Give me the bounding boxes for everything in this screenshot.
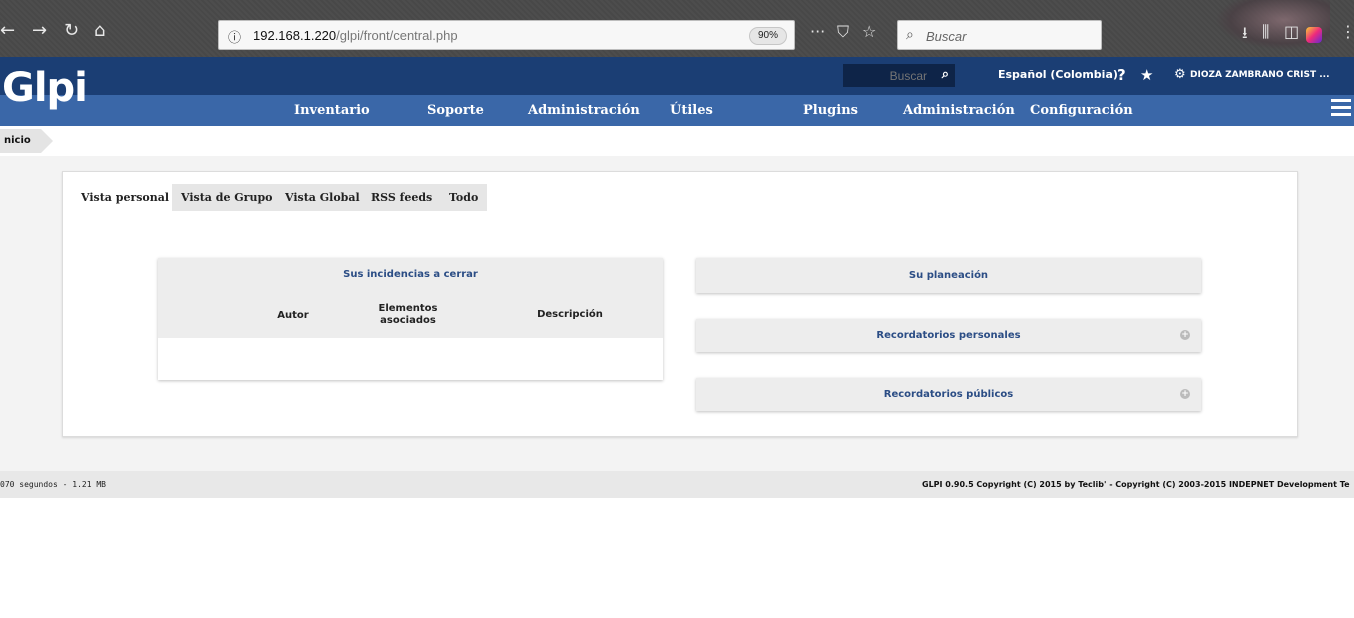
col-descripcion: Descripción	[537, 309, 603, 320]
instagram-extension-icon[interactable]	[1306, 27, 1322, 43]
incidencias-box: Sus incidencias a cerrar Autor Elementos…	[158, 258, 663, 380]
footer-copyright[interactable]: GLPI 0.90.5 Copyright (C) 2015 by Teclib…	[922, 480, 1350, 489]
user-name-link[interactable]: DIOZA ZAMBRANO CRIST ...	[1190, 70, 1330, 80]
tab-rss-feeds[interactable]: RSS feeds	[362, 184, 442, 211]
tab-vista-de-grupo[interactable]: Vista de Grupo	[172, 184, 282, 211]
browser-search-bar[interactable]: ⌕ Buscar	[897, 20, 1102, 50]
home-icon[interactable]: ⌂	[94, 20, 105, 41]
add-personal-reminder-icon[interactable]: +	[1180, 330, 1190, 340]
search-icon[interactable]: ⌕	[942, 67, 949, 82]
menu-inventario[interactable]: Inventario	[294, 103, 370, 118]
zoom-indicator[interactable]: 90%	[749, 27, 787, 45]
browser-search-placeholder: Buscar	[926, 29, 967, 44]
help-icon[interactable]: ?	[1117, 66, 1126, 84]
footer-timing: 070 segundos - 1.21 MB	[0, 480, 106, 489]
menu-administracion-2[interactable]: Administración	[903, 103, 1015, 118]
recordatorios-publicos-title[interactable]: Recordatorios públicos	[884, 389, 1013, 400]
site-info-icon[interactable]: ⓘ	[228, 27, 241, 46]
pocket-icon[interactable]: ⛉	[837, 22, 849, 42]
tab-vista-global[interactable]: Vista Global	[276, 184, 369, 211]
header-search: ⌕	[843, 64, 955, 87]
breadcrumb-bar	[0, 126, 1354, 156]
page-actions-icon[interactable]: ···	[810, 22, 825, 41]
header-search-input[interactable]	[843, 64, 933, 87]
favorites-star-icon[interactable]: ★	[1140, 66, 1153, 84]
tab-todo[interactable]: Todo	[440, 184, 488, 211]
search-icon: ⌕	[906, 27, 914, 43]
user-settings-icon[interactable]: ⚙	[1174, 67, 1186, 82]
forward-arrow-icon[interactable]: →	[32, 20, 47, 41]
browser-menu-icon[interactable]: ⋮	[1340, 22, 1354, 41]
hamburger-menu-icon[interactable]	[1331, 99, 1351, 120]
col-elementos-asociados: Elementos asociados	[378, 303, 438, 326]
sidebar-icon[interactable]: ◫	[1284, 22, 1299, 41]
library-icon[interactable]: ⫼	[1262, 22, 1269, 42]
incidencias-title[interactable]: Sus incidencias a cerrar	[158, 269, 663, 280]
menu-soporte[interactable]: Soporte	[427, 103, 484, 118]
url-host: 192.168.1.220	[253, 28, 337, 43]
download-icon[interactable]: ⭳	[1242, 22, 1248, 49]
breadcrumb-inicio[interactable]: nicio	[0, 129, 53, 153]
url-bar[interactable]: ⓘ 192.168.1.220/glpi/front/central.php	[218, 20, 795, 50]
tab-vista-personal[interactable]: Vista personal	[63, 184, 179, 211]
back-arrow-icon[interactable]: ←	[0, 20, 15, 41]
col-autor: Autor	[277, 310, 309, 321]
language-link[interactable]: Español (Colombia)	[998, 68, 1118, 81]
incidencias-header: Sus incidencias a cerrar Autor Elementos…	[158, 258, 663, 338]
add-public-reminder-icon[interactable]: +	[1180, 389, 1190, 399]
menu-administracion[interactable]: Administración	[528, 103, 640, 118]
bookmark-star-icon[interactable]: ☆	[862, 22, 876, 41]
menu-configuracion[interactable]: Configuración	[1030, 103, 1133, 118]
page-footer: 070 segundos - 1.21 MB GLPI 0.90.5 Copyr…	[0, 471, 1354, 498]
glpi-logo[interactable]: Glpi	[2, 65, 88, 111]
planeacion-box[interactable]: Su planeación	[696, 258, 1201, 293]
menu-plugins[interactable]: Plugins	[803, 103, 858, 118]
recordatorios-publicos-box[interactable]: Recordatorios públicos +	[696, 378, 1201, 411]
url-text[interactable]: 192.168.1.220/glpi/front/central.php	[253, 28, 458, 43]
url-path: /glpi/front/central.php	[336, 28, 458, 43]
recordatorios-personales-box[interactable]: Recordatorios personales +	[696, 319, 1201, 352]
reload-icon[interactable]: ↻	[64, 20, 79, 41]
planeacion-title[interactable]: Su planeación	[909, 270, 988, 281]
recordatorios-personales-title[interactable]: Recordatorios personales	[876, 330, 1020, 341]
menu-utiles[interactable]: Útiles	[670, 103, 713, 118]
